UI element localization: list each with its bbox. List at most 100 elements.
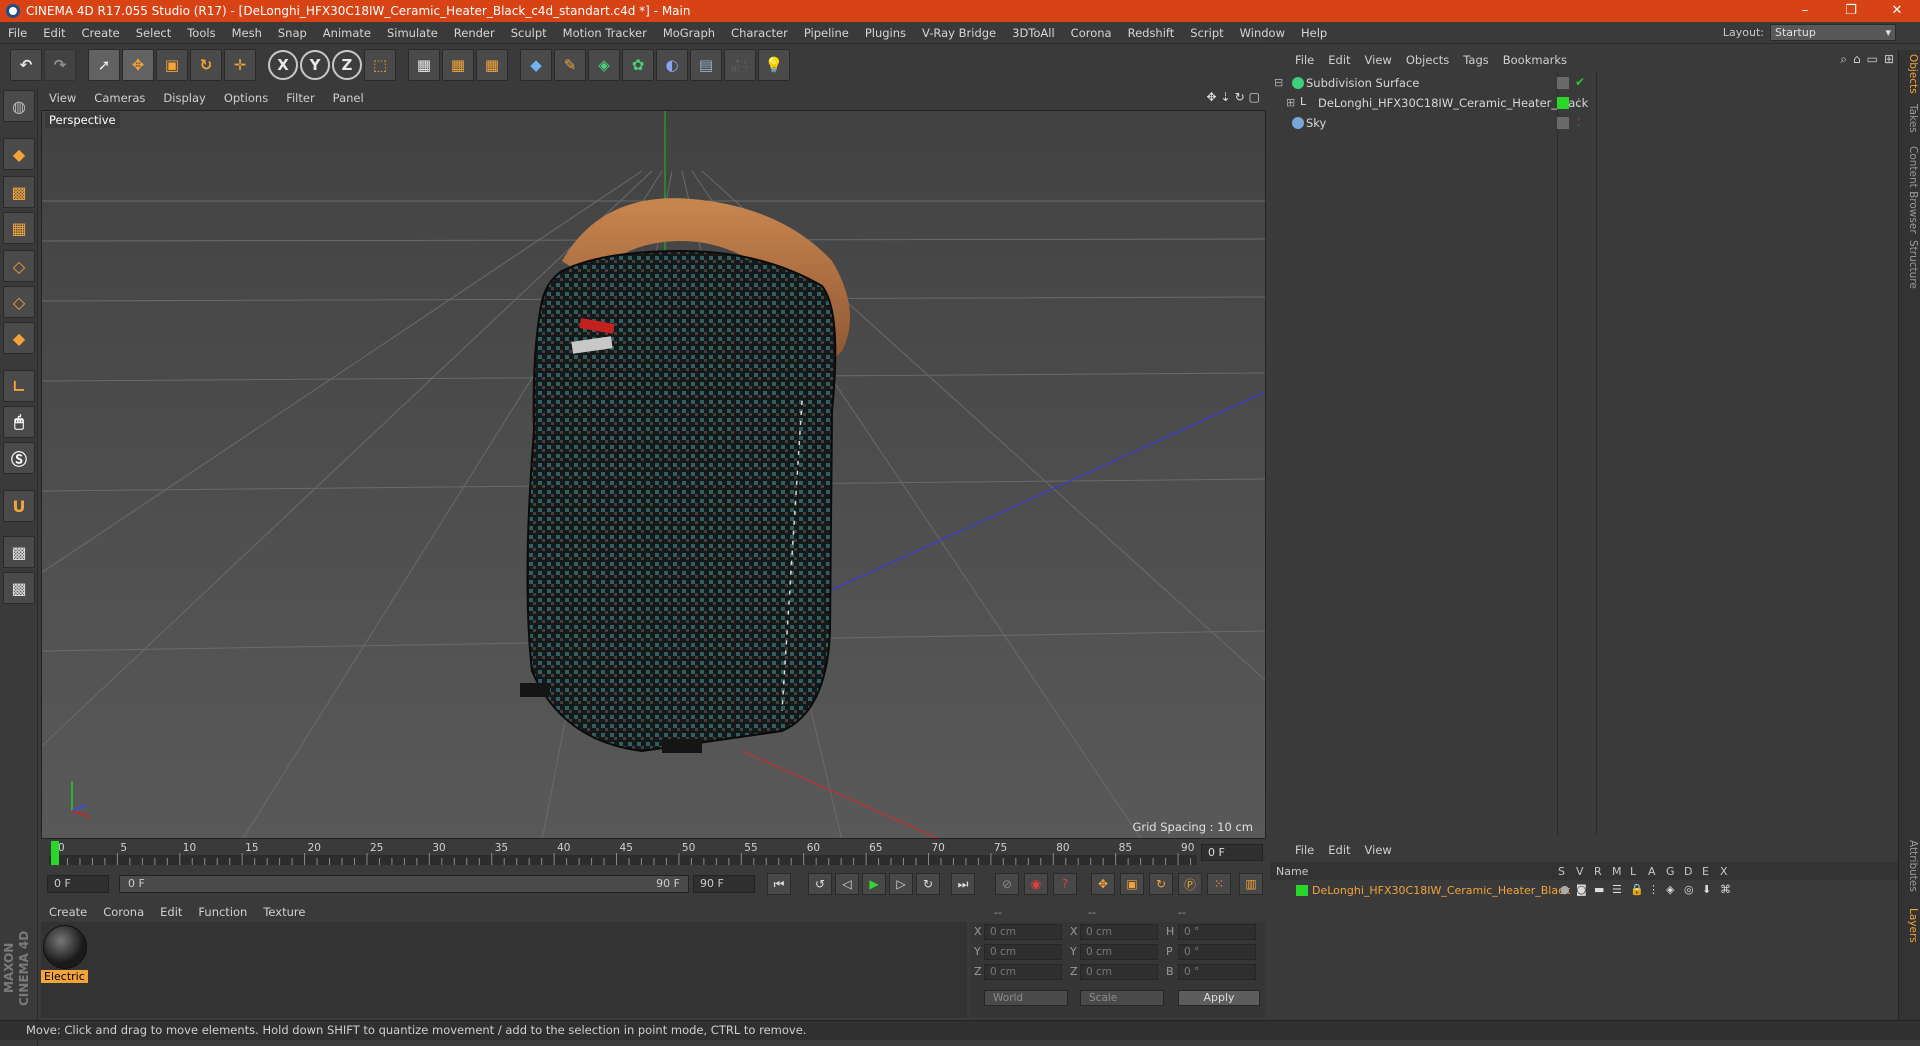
auto-keying-icon[interactable]: ◉ bbox=[1024, 873, 1048, 895]
make-editable-icon[interactable]: ◍ bbox=[3, 90, 35, 122]
undo-icon[interactable]: ↶ bbox=[10, 49, 42, 81]
current-frame-field[interactable]: 0 F bbox=[1201, 844, 1263, 861]
perspective-viewport[interactable]: Perspective Grid Spacing : 10 cm bbox=[41, 110, 1266, 839]
model-mode-icon[interactable]: ◆ bbox=[3, 138, 35, 170]
menu-window[interactable]: Window bbox=[1232, 26, 1293, 40]
material-name-label[interactable]: Electric bbox=[41, 970, 88, 983]
menu-plugins[interactable]: Plugins bbox=[857, 26, 914, 40]
coord-size-z-field[interactable]: 0 cm bbox=[1080, 964, 1158, 980]
key-pla-icon[interactable]: ⁙ bbox=[1207, 873, 1231, 895]
object-row-heater[interactable]: ⊞ L DeLonghi_HFX30C18IW_Ceramic_Heater_B… bbox=[1270, 94, 1898, 113]
search-icon[interactable]: ⌕ bbox=[1840, 52, 1847, 67]
x-axis-lock-button[interactable]: X bbox=[268, 50, 298, 80]
polygons-mode-icon[interactable]: ◆ bbox=[3, 322, 35, 354]
layer-color-swatch[interactable] bbox=[1296, 885, 1308, 896]
viewport-menu-cameras[interactable]: Cameras bbox=[85, 91, 154, 105]
key-parameter-icon[interactable]: Ⓟ bbox=[1178, 873, 1202, 895]
viewport-toggle-icon[interactable]: ▢ bbox=[1249, 90, 1260, 104]
layer-solo-icon[interactable]: ● bbox=[1560, 883, 1570, 896]
next-frame-icon[interactable]: ▷ bbox=[889, 873, 913, 895]
material-menu-corona[interactable]: Corona bbox=[95, 905, 152, 919]
layer-manager-icon[interactable]: ☰ bbox=[1612, 883, 1622, 896]
playhead-marker[interactable] bbox=[51, 841, 59, 865]
scale-tool-icon[interactable]: ▣ bbox=[156, 49, 188, 81]
viewport-orbit-icon[interactable]: ↻ bbox=[1235, 90, 1245, 104]
previous-key-icon[interactable]: ↺ bbox=[808, 873, 832, 895]
object-menu-tags[interactable]: Tags bbox=[1456, 53, 1495, 67]
edges-mode-icon[interactable]: ◇ bbox=[3, 286, 35, 318]
layer-lock-icon[interactable]: 🔒 bbox=[1630, 883, 1644, 896]
menu-tools[interactable]: Tools bbox=[179, 26, 223, 40]
z-axis-lock-button[interactable]: Z bbox=[332, 50, 362, 80]
object-menu-view[interactable]: View bbox=[1358, 53, 1399, 67]
tab-structure[interactable]: Structure bbox=[1901, 240, 1919, 289]
layer-generators-icon[interactable]: ◈ bbox=[1666, 883, 1674, 896]
menu-animate[interactable]: Animate bbox=[315, 26, 379, 40]
snapping-icon[interactable]: U bbox=[3, 490, 35, 522]
transform-tool-icon[interactable]: ✛ bbox=[224, 49, 256, 81]
key-scale-icon[interactable]: ▣ bbox=[1120, 873, 1144, 895]
layer-menu-view[interactable]: View bbox=[1358, 843, 1399, 857]
layer-menu-file[interactable]: File bbox=[1288, 843, 1321, 857]
menu-script[interactable]: Script bbox=[1182, 26, 1231, 40]
object-row-subdivision[interactable]: ⊟ Subdivision Surface ✔ bbox=[1270, 74, 1898, 93]
menu-corona[interactable]: Corona bbox=[1063, 26, 1120, 40]
live-selection-icon[interactable]: ➚ bbox=[88, 49, 120, 81]
coord-rot-p-field[interactable]: 0 ° bbox=[1178, 944, 1256, 960]
viewport-menu-options[interactable]: Options bbox=[215, 91, 277, 105]
visibility-dots-icon[interactable]: ⁚ bbox=[1577, 116, 1581, 129]
tab-takes[interactable]: Takes bbox=[1901, 104, 1919, 133]
texture-mode-icon[interactable]: ▩ bbox=[3, 176, 35, 208]
menu-select[interactable]: Select bbox=[128, 26, 179, 40]
menu-snap[interactable]: Snap bbox=[270, 26, 315, 40]
points-mode-icon[interactable]: ◇ bbox=[3, 250, 35, 282]
tab-attributes[interactable]: Attributes bbox=[1901, 840, 1919, 892]
pen-spline-icon[interactable]: ✎ bbox=[554, 49, 586, 81]
menu-mograph[interactable]: MoGraph bbox=[655, 26, 723, 40]
layer-xref-icon[interactable]: ⌘ bbox=[1720, 883, 1731, 896]
menu-file[interactable]: File bbox=[0, 26, 35, 40]
coord-size-y-field[interactable]: 0 cm bbox=[1080, 944, 1158, 960]
material-menu-edit[interactable]: Edit bbox=[152, 905, 190, 919]
coord-size-x-field[interactable]: 0 cm bbox=[1080, 924, 1158, 940]
coord-size-mode-select[interactable]: Scale bbox=[1080, 990, 1164, 1006]
menu-render[interactable]: Render bbox=[446, 26, 503, 40]
enabled-check-icon[interactable]: ✔ bbox=[1575, 75, 1585, 89]
menu-help[interactable]: Help bbox=[1293, 26, 1335, 40]
workplane-lock-icon[interactable]: ▩ bbox=[3, 536, 35, 568]
menu-character[interactable]: Character bbox=[723, 26, 796, 40]
render-picture-viewer-icon[interactable]: ▦ bbox=[442, 49, 474, 81]
new-view-icon[interactable]: ▭ bbox=[1867, 52, 1878, 67]
coordinate-system-icon[interactable]: ⬚ bbox=[364, 49, 396, 81]
object-row-sky[interactable]: Sky ⁚ bbox=[1270, 114, 1898, 133]
material-menu-create[interactable]: Create bbox=[41, 905, 95, 919]
heater-model[interactable] bbox=[520, 198, 850, 753]
expand-icon[interactable]: ⊞ bbox=[1286, 96, 1295, 109]
menu-simulate[interactable]: Simulate bbox=[379, 26, 446, 40]
close-button[interactable]: ✕ bbox=[1874, 0, 1920, 22]
layer-name[interactable]: DeLonghi_HFX30C18IW_Ceramic_Heater_Black bbox=[1312, 884, 1571, 897]
object-menu-bookmarks[interactable]: Bookmarks bbox=[1496, 53, 1574, 67]
viewport-menu-view[interactable]: View bbox=[40, 91, 85, 105]
object-menu-objects[interactable]: Objects bbox=[1399, 53, 1456, 67]
go-to-end-icon[interactable]: ⏭ bbox=[951, 873, 975, 895]
viewport-dolly-icon[interactable]: ⇣ bbox=[1221, 90, 1231, 104]
workplane-mode-icon[interactable]: ▦ bbox=[3, 212, 35, 244]
start-frame-field[interactable]: 0 F bbox=[47, 875, 109, 893]
subdivision-generator-icon[interactable]: ◈ bbox=[588, 49, 620, 81]
tab-objects[interactable]: Objects bbox=[1901, 54, 1919, 94]
previous-frame-icon[interactable]: ◁ bbox=[835, 873, 859, 895]
cube-object-icon[interactable]: ◆ bbox=[520, 49, 552, 81]
tweak-mode-icon[interactable]: 🖱 bbox=[3, 406, 35, 438]
layer-animation-icon[interactable]: ⋮ bbox=[1648, 883, 1659, 896]
viewport-menu-display[interactable]: Display bbox=[154, 91, 214, 105]
deformer-icon[interactable]: ◐ bbox=[656, 49, 688, 81]
collapse-icon[interactable]: ⊟ bbox=[1274, 76, 1283, 89]
maximize-button[interactable]: ❐ bbox=[1828, 0, 1874, 22]
home-icon[interactable]: ⌂ bbox=[1853, 52, 1861, 67]
camera-icon[interactable]: 🎥 bbox=[724, 49, 756, 81]
viewport-menu-panel[interactable]: Panel bbox=[324, 91, 373, 105]
minimize-button[interactable]: – bbox=[1782, 0, 1828, 22]
menu-motion-tracker[interactable]: Motion Tracker bbox=[555, 26, 655, 40]
mograph-cloner-icon[interactable]: ✿ bbox=[622, 49, 654, 81]
